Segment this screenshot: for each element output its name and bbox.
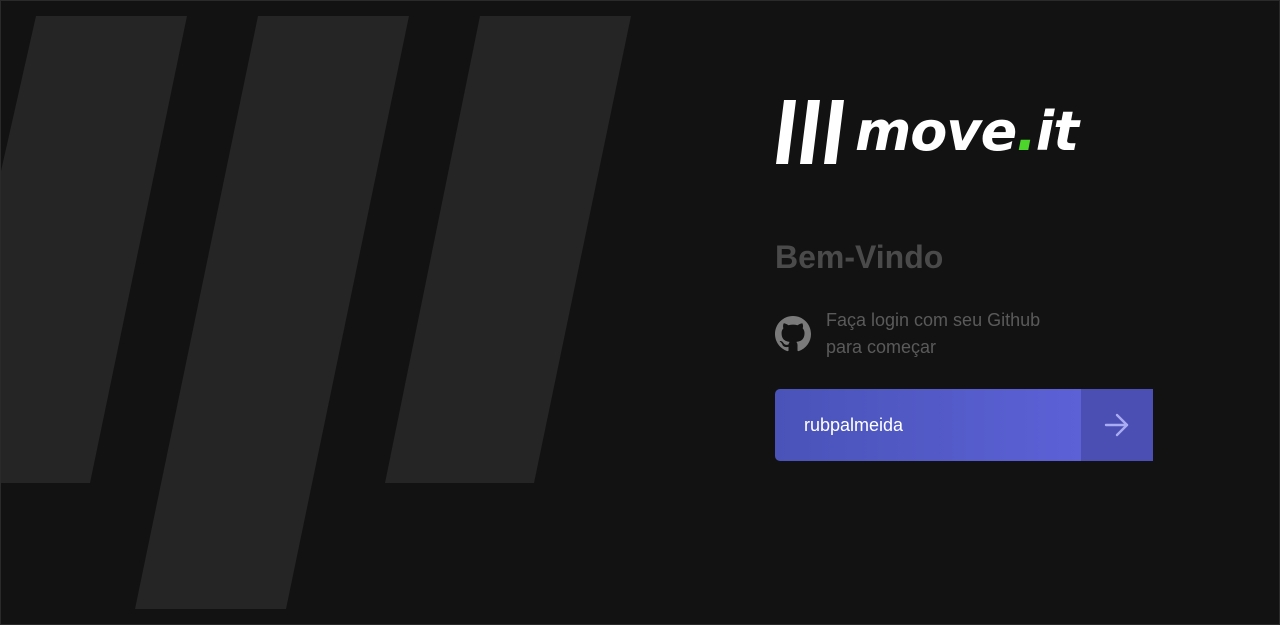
- github-username-input[interactable]: [775, 389, 1081, 461]
- arrow-right-icon: [1104, 413, 1129, 437]
- login-submit-button[interactable]: [1081, 389, 1153, 461]
- background-stripe-1: [1, 16, 187, 483]
- github-icon: [775, 316, 811, 352]
- logo-mark-icon: [776, 100, 844, 164]
- login-panel: move.it Bem-Vindo Faça login com seu Git…: [775, 1, 1195, 624]
- logo-dot: .: [1016, 100, 1036, 163]
- github-login-hint: Faça login com seu Github para começar: [775, 307, 1135, 361]
- github-login-line-1: Faça login com seu Github: [826, 310, 1041, 330]
- welcome-title: Bem-Vindo: [775, 239, 944, 275]
- login-form: [775, 389, 1153, 461]
- background-stripe-2: [135, 16, 409, 609]
- background-stripes: [1, 16, 631, 609]
- app-logo: move.it: [775, 97, 1079, 167]
- background-stripe-3: [385, 16, 631, 483]
- github-login-line-2: para começar: [826, 337, 937, 357]
- login-page: move.it Bem-Vindo Faça login com seu Git…: [0, 0, 1280, 625]
- github-login-text: Faça login com seu Github para começar: [826, 307, 1040, 361]
- logo-wordmark: move.it: [855, 100, 1079, 163]
